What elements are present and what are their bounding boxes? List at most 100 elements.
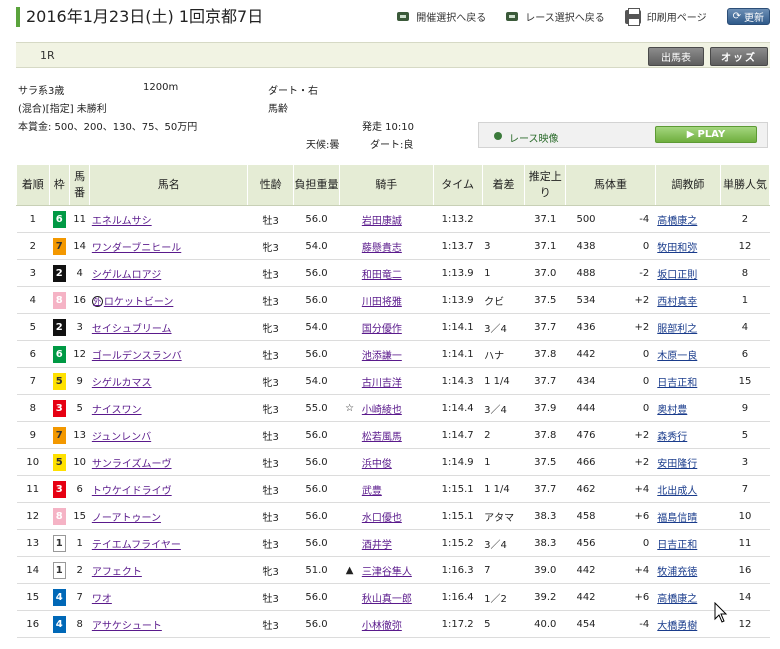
horse-name-link[interactable]: サンライズムーヴ (92, 459, 172, 470)
cell-trainer[interactable]: 日吉正和 (655, 529, 721, 557)
cell-jockey[interactable]: 浜中俊 (359, 448, 434, 476)
jockey-link[interactable]: 国分優作 (362, 324, 402, 335)
horse-name-link[interactable]: エネルムサシ (92, 216, 152, 227)
trainer-link[interactable]: 牧田和弥 (657, 243, 697, 254)
cell-jockey[interactable]: 和田竜二 (359, 259, 434, 287)
jockey-link[interactable]: 水口優也 (362, 513, 402, 524)
horse-name-link[interactable]: トウケイドライヴ (92, 486, 172, 497)
horse-name-link[interactable]: セイシュブリーム (92, 324, 172, 335)
cell-trainer[interactable]: 奥村豊 (655, 394, 721, 422)
jockey-link[interactable]: 三津谷隼人 (362, 567, 412, 578)
cell-horse[interactable]: ジュンレンバ (89, 421, 248, 449)
cell-jockey[interactable]: 三津谷隼人 (359, 556, 434, 584)
horse-name-link[interactable]: ワンダーブニヒール (92, 243, 181, 254)
cell-horse[interactable]: ワンダーブニヒール (89, 232, 248, 260)
cell-trainer[interactable]: 高橋康之 (655, 583, 721, 611)
cell-jockey[interactable]: 酒井学 (359, 529, 434, 557)
cell-jockey[interactable]: 小崎綾也 (359, 394, 434, 422)
cell-horse[interactable]: サンライズムーヴ (89, 448, 248, 476)
cell-horse[interactable]: 外ロケットビーン (89, 286, 248, 314)
trainer-link[interactable]: 高橋康之 (657, 216, 697, 227)
trainer-link[interactable]: 西村真幸 (657, 297, 697, 308)
jockey-link[interactable]: 池添謙一 (362, 351, 402, 362)
cell-horse[interactable]: セイシュブリーム (89, 313, 248, 341)
cell-trainer[interactable]: 牧田和弥 (655, 232, 721, 260)
cell-jockey[interactable]: 小林徹弥 (359, 610, 434, 638)
horse-name-link[interactable]: ナイスワン (92, 405, 142, 416)
cell-horse[interactable]: ゴールデンスランバ (89, 340, 248, 368)
trainer-link[interactable]: 安田隆行 (657, 459, 697, 470)
jockey-link[interactable]: 和田竜二 (362, 270, 402, 281)
trainer-link[interactable]: 福島信晴 (657, 513, 697, 524)
cell-horse[interactable]: アサケシュート (89, 610, 248, 638)
cell-horse[interactable]: アフェクト (89, 556, 248, 584)
cell-trainer[interactable]: 服部利之 (655, 313, 721, 341)
refresh-button[interactable]: ⟳ 更新 (726, 8, 770, 25)
trainer-link[interactable]: 服部利之 (657, 324, 697, 335)
jockey-link[interactable]: 藤懸貴志 (362, 243, 402, 254)
print-page-link[interactable]: 印刷用ページ (624, 7, 707, 26)
jockey-link[interactable]: 古川吉洋 (362, 378, 402, 389)
cell-jockey[interactable]: 国分優作 (359, 313, 434, 341)
cell-trainer[interactable]: 日吉正和 (655, 367, 721, 395)
jockey-link[interactable]: 武豊 (362, 486, 382, 497)
cell-trainer[interactable]: 木原一良 (655, 340, 721, 368)
cell-horse[interactable]: ノーアトゥーン (89, 502, 248, 530)
jockey-link[interactable]: 岩田康誠 (362, 216, 402, 227)
horse-name-link[interactable]: ロケットビーン (104, 297, 174, 308)
cell-jockey[interactable]: 藤懸貴志 (359, 232, 434, 260)
cell-jockey[interactable]: 松若風馬 (359, 421, 434, 449)
horse-name-link[interactable]: ジュンレンバ (92, 432, 151, 443)
trainer-link[interactable]: 大橋勇樹 (657, 621, 697, 632)
jockey-link[interactable]: 浜中俊 (362, 459, 392, 470)
cell-trainer[interactable]: 森秀行 (655, 421, 721, 449)
horse-name-link[interactable]: シゲルムロアジ (92, 270, 161, 281)
cell-jockey[interactable]: 武豊 (359, 475, 434, 503)
cell-jockey[interactable]: 水口優也 (359, 502, 434, 530)
horse-name-link[interactable]: シゲルカマス (92, 378, 152, 389)
cell-trainer[interactable]: 西村真幸 (655, 286, 721, 314)
trainer-link[interactable]: 高橋康之 (657, 594, 697, 605)
trainer-link[interactable]: 北出成人 (657, 486, 697, 497)
cell-trainer[interactable]: 大橋勇樹 (655, 610, 721, 638)
trainer-link[interactable]: 森秀行 (657, 432, 687, 443)
cell-horse[interactable]: エネルムサシ (89, 205, 248, 233)
cell-horse[interactable]: ワオ (89, 583, 248, 611)
trainer-link[interactable]: 奥村豊 (657, 405, 687, 416)
cell-jockey[interactable]: 岩田康誠 (359, 205, 434, 233)
horse-name-link[interactable]: ゴールデンスランバ (92, 351, 182, 362)
cell-trainer[interactable]: 牧浦充徳 (655, 556, 721, 584)
cell-jockey[interactable]: 古川吉洋 (359, 367, 434, 395)
cell-horse[interactable]: シゲルカマス (89, 367, 248, 395)
cell-horse[interactable]: トウケイドライヴ (89, 475, 248, 503)
cell-jockey[interactable]: 秋山真一郎 (359, 583, 434, 611)
jockey-link[interactable]: 秋山真一郎 (362, 594, 412, 605)
cell-jockey[interactable]: 池添謙一 (359, 340, 434, 368)
trainer-link[interactable]: 牧浦充徳 (657, 567, 697, 578)
cell-trainer[interactable]: 福島信晴 (655, 502, 721, 530)
shutuba-button[interactable]: 出馬表 (648, 47, 704, 66)
cell-trainer[interactable]: 坂口正則 (655, 259, 721, 287)
trainer-link[interactable]: 坂口正則 (657, 270, 697, 281)
horse-name-link[interactable]: アフェクト (92, 567, 142, 578)
back-to-meeting-link[interactable]: 開催選択へ戻る (397, 9, 486, 24)
horse-name-link[interactable]: ノーアトゥーン (92, 513, 161, 524)
horse-name-link[interactable]: テイエムフライヤー (92, 540, 181, 551)
odds-button[interactable]: オッズ (710, 47, 768, 66)
cell-horse[interactable]: テイエムフライヤー (89, 529, 248, 557)
horse-name-link[interactable]: アサケシュート (92, 621, 162, 632)
play-button[interactable]: ▶ PLAY (655, 126, 757, 143)
jockey-link[interactable]: 川田将雅 (362, 297, 402, 308)
trainer-link[interactable]: 日吉正和 (657, 378, 697, 389)
trainer-link[interactable]: 日吉正和 (657, 540, 697, 551)
cell-trainer[interactable]: 安田隆行 (655, 448, 721, 476)
jockey-link[interactable]: 小崎綾也 (362, 405, 402, 416)
back-to-race-link[interactable]: レース選択へ戻る (506, 9, 605, 24)
cell-horse[interactable]: シゲルムロアジ (89, 259, 248, 287)
cell-trainer[interactable]: 北出成人 (655, 475, 721, 503)
trainer-link[interactable]: 木原一良 (657, 351, 697, 362)
horse-name-link[interactable]: ワオ (92, 594, 112, 605)
jockey-link[interactable]: 小林徹弥 (362, 621, 402, 632)
cell-trainer[interactable]: 高橋康之 (655, 205, 721, 233)
jockey-link[interactable]: 酒井学 (362, 540, 392, 551)
